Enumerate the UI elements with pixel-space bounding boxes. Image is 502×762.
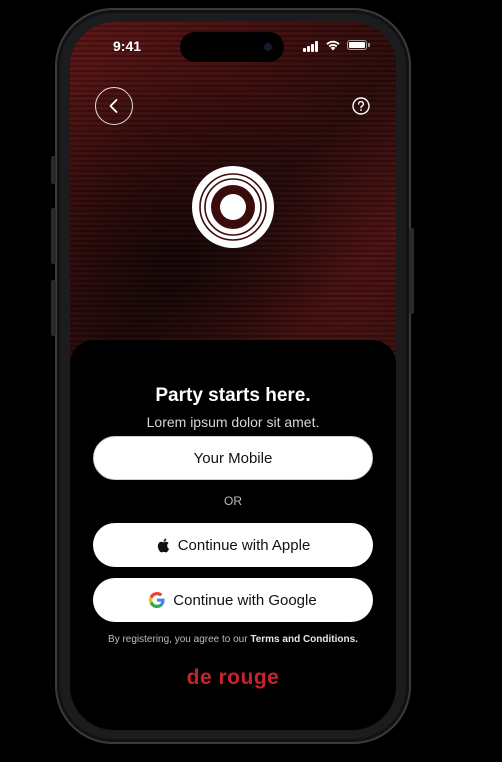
wifi-icon — [326, 40, 340, 51]
apple-signin-button[interactable]: Continue with Apple — [93, 523, 373, 567]
auth-sheet: Party starts here. Lorem ipsum dolor sit… — [70, 340, 396, 730]
headline: Party starts here. — [155, 385, 311, 406]
battery-icon — [347, 40, 367, 50]
google-button-label: Continue with Google — [173, 591, 317, 609]
volume-up-button — [51, 208, 56, 264]
mobile-signin-button[interactable]: Your Mobile — [93, 436, 373, 480]
concentric-circles-logo — [192, 166, 274, 248]
chevron-left-icon — [109, 99, 118, 113]
google-signin-button[interactable]: Continue with Google — [93, 578, 373, 622]
dynamic-island — [180, 32, 284, 62]
signal-icon — [303, 41, 320, 52]
brand-wordmark: de rouge — [186, 666, 280, 689]
battery-tip — [368, 43, 370, 47]
legal-prefix: By registering, you agree to our — [108, 634, 248, 645]
google-icon — [149, 592, 165, 608]
screen: 9:41 Party starts here. Lorem ipsum dolo… — [70, 22, 396, 730]
status-bar: 9:41 — [70, 22, 396, 70]
back-button[interactable] — [95, 87, 133, 125]
volume-down-button — [51, 280, 56, 336]
apple-button-label: Continue with Apple — [177, 536, 311, 554]
mobile-button-label: Your Mobile — [193, 449, 273, 467]
terms-link[interactable]: Terms and Conditions. — [250, 634, 358, 645]
power-button — [409, 228, 414, 314]
question-circle-icon[interactable] — [352, 97, 370, 115]
status-time: 9:41 — [113, 38, 142, 54]
apple-icon — [157, 538, 169, 553]
or-divider: OR — [224, 494, 242, 508]
camera-icon — [264, 43, 272, 51]
action-button — [51, 156, 56, 184]
subheadline: Lorem ipsum dolor sit amet. — [146, 414, 320, 430]
legal-text: By registering, you agree to our Terms a… — [70, 634, 396, 645]
